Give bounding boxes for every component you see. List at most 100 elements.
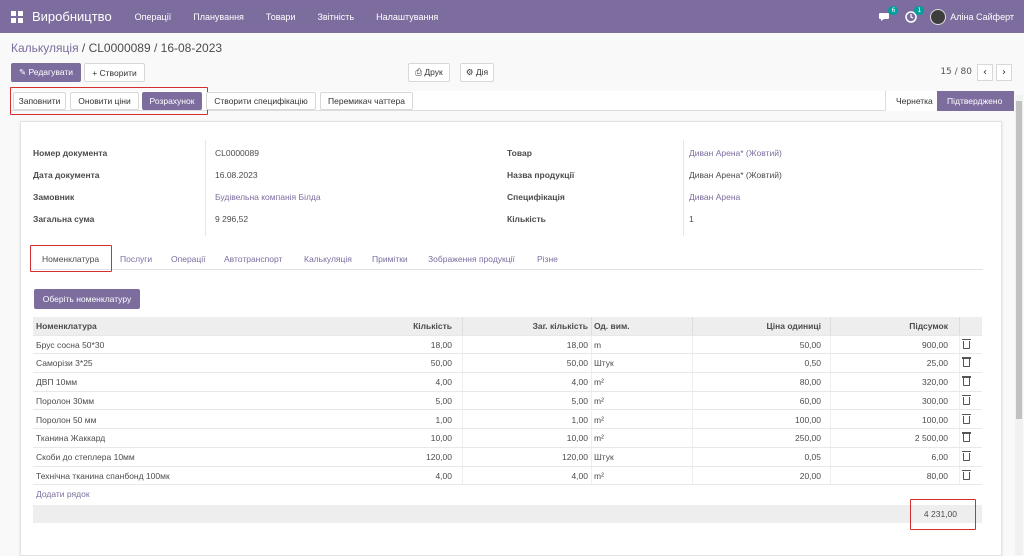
form-sheet: Номер документа CL0000089 Дата документа… <box>20 121 1002 556</box>
app-brand[interactable]: Виробництво <box>32 9 112 24</box>
table-cell: 50,00 <box>430 358 452 369</box>
col-header-uom[interactable]: Од. вим. <box>594 317 684 336</box>
menu-products[interactable]: Товари <box>255 12 307 22</box>
field-quantity: 1 <box>689 214 694 224</box>
breadcrumb-parent[interactable]: Калькуляція <box>11 41 79 55</box>
print-button[interactable]: ⎙ Друк <box>408 63 450 82</box>
table-cell: 80,00 <box>799 377 821 388</box>
delete-row-trash-icon[interactable] <box>962 338 971 349</box>
table-cell: 1,00 <box>571 414 588 425</box>
col-header-total-quantity[interactable]: Заг. кількість <box>473 317 588 336</box>
table-cell: ДВП 10мм <box>36 377 78 388</box>
highlight-tab-nomenclature <box>30 245 112 272</box>
field-label-doc-date: Дата документа <box>33 170 100 180</box>
scrollbar[interactable] <box>1015 95 1023 555</box>
table-cell: 4,00 <box>571 470 588 481</box>
table-cell: m² <box>594 433 604 444</box>
table-cell: Поролон 50 мм <box>36 414 97 425</box>
main-menu: Операції Планування Товари Звітність Нал… <box>124 12 450 22</box>
table-header: Номенклатура Кількість Заг. кількість Од… <box>33 317 982 336</box>
create-button[interactable]: + Створити <box>84 63 145 82</box>
activity-clock-icon[interactable]: 1 <box>904 5 925 24</box>
table-cell: 4,00 <box>435 470 452 481</box>
field-specification[interactable]: Диван Арена <box>689 192 740 202</box>
menu-operations[interactable]: Операції <box>124 12 183 22</box>
tab-services[interactable]: Послуги <box>120 254 152 264</box>
field-product[interactable]: Диван Арена* (Жовтий) <box>689 148 782 158</box>
chat-icon[interactable]: 6 <box>878 5 899 24</box>
table-cell: 100,00 <box>922 414 948 425</box>
stage-confirmed[interactable]: Підтверджено <box>937 91 1014 111</box>
table-cell: 1,00 <box>435 414 452 425</box>
add-line-link[interactable]: Додати рядок <box>36 485 90 504</box>
scrollbar-thumb[interactable] <box>1016 101 1022 419</box>
select-nomenclature-button[interactable]: Оберіть номенклатуру <box>34 289 140 309</box>
table-cell: 120,00 <box>562 451 588 462</box>
stage-draft[interactable]: Чернетка <box>885 91 937 111</box>
menu-planning[interactable]: Планування <box>182 12 255 22</box>
delete-row-trash-icon[interactable] <box>962 394 971 405</box>
delete-row-trash-icon[interactable] <box>962 432 971 443</box>
tab-calculation[interactable]: Калькуляція <box>304 254 352 264</box>
table-cell: 10,00 <box>430 433 452 444</box>
table-cell: Скоби до степлера 10мм <box>36 451 135 462</box>
field-label-specification: Специфікація <box>507 192 565 202</box>
menu-reporting[interactable]: Звітність <box>306 12 365 22</box>
create-specification-button[interactable]: Створити специфікацію <box>206 92 316 110</box>
table-cell: m² <box>594 414 604 425</box>
field-customer[interactable]: Будівельна компанія Білда <box>215 192 321 202</box>
menu-settings[interactable]: Налаштування <box>365 12 449 22</box>
toggle-chatter-button[interactable]: Перемикач чаттера <box>320 92 413 110</box>
table-cell: 0,05 <box>804 451 821 462</box>
pager-prev-icon[interactable]: ‹ <box>977 64 993 81</box>
delete-row-trash-icon[interactable] <box>962 450 971 461</box>
action-button[interactable]: ⚙ Дія <box>460 63 494 82</box>
highlight-statusbar-buttons <box>10 87 208 115</box>
delete-row-trash-icon[interactable] <box>962 376 971 387</box>
field-doc-number: CL0000089 <box>215 148 259 158</box>
pager-next-icon[interactable]: › <box>996 64 1012 81</box>
table-cell: m² <box>594 395 604 406</box>
tab-product-images[interactable]: Зображення продукції <box>428 254 515 264</box>
table-cell: Саморізи 3*25 <box>36 358 93 369</box>
col-header-unit-price[interactable]: Ціна одиниці <box>703 317 821 336</box>
table-cell: 300,00 <box>922 395 948 406</box>
user-menu[interactable]: Аліна Сайферт <box>930 8 1014 25</box>
col-header-nomenclature[interactable]: Номенклатура <box>36 317 336 336</box>
table-cell: 25,00 <box>926 358 948 369</box>
apps-menu-icon[interactable] <box>11 10 23 23</box>
add-line-row: Додати рядок <box>33 485 982 504</box>
delete-row-trash-icon[interactable] <box>962 413 971 424</box>
table-cell: Брус сосна 50*30 <box>36 339 105 350</box>
table-row[interactable]: Поролон 50 мм 1,00 1,00 m² 100,00 100,00 <box>33 410 982 430</box>
tab-misc[interactable]: Різне <box>537 254 558 264</box>
table-row[interactable]: Брус сосна 50*30 18,00 18,00 m 50,00 900,00 <box>33 335 982 355</box>
table-cell: 120,00 <box>426 451 452 462</box>
field-label-doc-number: Номер документа <box>33 148 108 158</box>
breadcrumb: Калькуляція / CL0000089 / 16-08-2023 <box>11 41 223 55</box>
table-cell: Тканина Жаккард <box>36 433 106 444</box>
table-footer: 4 231,00 <box>33 505 982 523</box>
col-header-quantity[interactable]: Кількість <box>363 317 452 336</box>
table-cell: 2 500,00 <box>914 433 948 444</box>
table-cell: 50,00 <box>799 339 821 350</box>
delete-row-trash-icon[interactable] <box>962 357 971 368</box>
table-row[interactable]: ДВП 10мм 4,00 4,00 m² 80,00 320,00 <box>33 373 982 392</box>
tab-notes[interactable]: Примітки <box>372 254 408 264</box>
tab-operations[interactable]: Операції <box>171 254 206 264</box>
table-row[interactable]: Поролон 30мм 5,00 5,00 m² 60,00 300,00 <box>33 391 982 411</box>
table-cell: 80,00 <box>926 470 948 481</box>
delete-row-trash-icon[interactable] <box>962 469 971 480</box>
field-doc-date: 16.08.2023 <box>215 170 258 180</box>
table-cell: 100,00 <box>795 414 821 425</box>
table-row[interactable]: Скоби до степлера 10мм 120,00 120,00 Штук 0,… <box>33 447 982 467</box>
table-cell: 4,00 <box>435 377 452 388</box>
table-cell: 10,00 <box>566 433 588 444</box>
tab-transport[interactable]: Автотранспорт <box>224 254 282 264</box>
table-cell: m² <box>594 470 604 481</box>
edit-button[interactable]: ✎ Редагувати <box>11 63 81 82</box>
table-row[interactable]: Тканина Жаккард 10,00 10,00 m² 250,00 2 500,0… <box>33 429 982 448</box>
col-header-subtotal[interactable]: Підсумок <box>843 317 948 336</box>
table-row[interactable]: Саморізи 3*25 50,00 50,00 Штук 0,50 25,00 <box>33 354 982 374</box>
table-row[interactable]: Технічна тканина спанбонд 100мк 4,00 4,00 m… <box>33 466 982 486</box>
